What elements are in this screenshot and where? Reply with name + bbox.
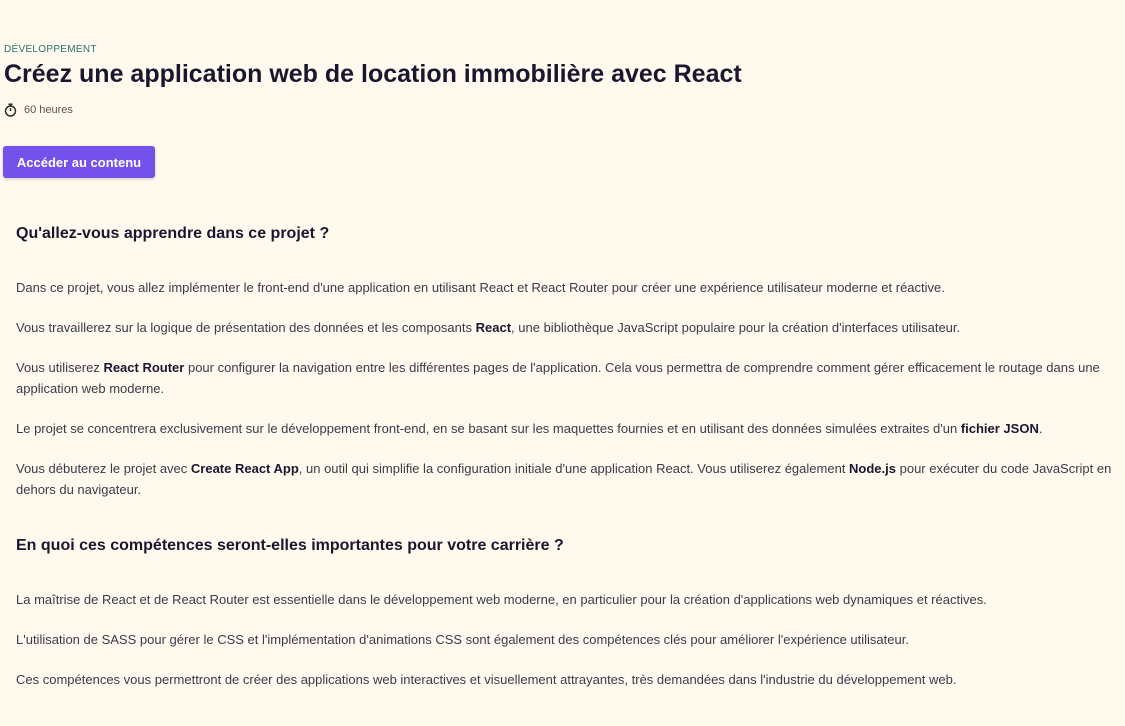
stopwatch-icon — [4, 103, 17, 117]
paragraph: L'utilisation de SASS pour gérer le CSS … — [16, 632, 909, 647]
section-heading-career: En quoi ces compétences seront-elles imp… — [16, 537, 564, 554]
paragraph: Le projet se concentrera exclusivement s… — [16, 421, 1043, 436]
paragraph: Dans ce projet, vous allez implémenter l… — [16, 280, 945, 295]
paragraph: Vous travaillerez sur la logique de prés… — [16, 320, 961, 335]
course-duration: 60 heures — [4, 103, 73, 117]
section-heading-learn: Qu'allez-vous apprendre dans ce projet ? — [16, 225, 330, 242]
course-category: Développement — [4, 44, 97, 55]
page-title: Créez une application web de location im… — [4, 60, 742, 88]
paragraph: La maîtrise de React et de React Router … — [16, 592, 987, 607]
paragraph: Vous utiliserez React Router pour config… — [16, 360, 1100, 396]
paragraph: Ces compétences vous permettront de crée… — [16, 672, 957, 687]
course-description: Qu'allez-vous apprendre dans ce projet ?… — [16, 222, 1118, 690]
access-content-button[interactable]: Accéder au contenu — [3, 146, 155, 178]
duration-text: 60 heures — [24, 104, 73, 116]
paragraph: Vous débuterez le projet avec Create Rea… — [16, 461, 1112, 497]
